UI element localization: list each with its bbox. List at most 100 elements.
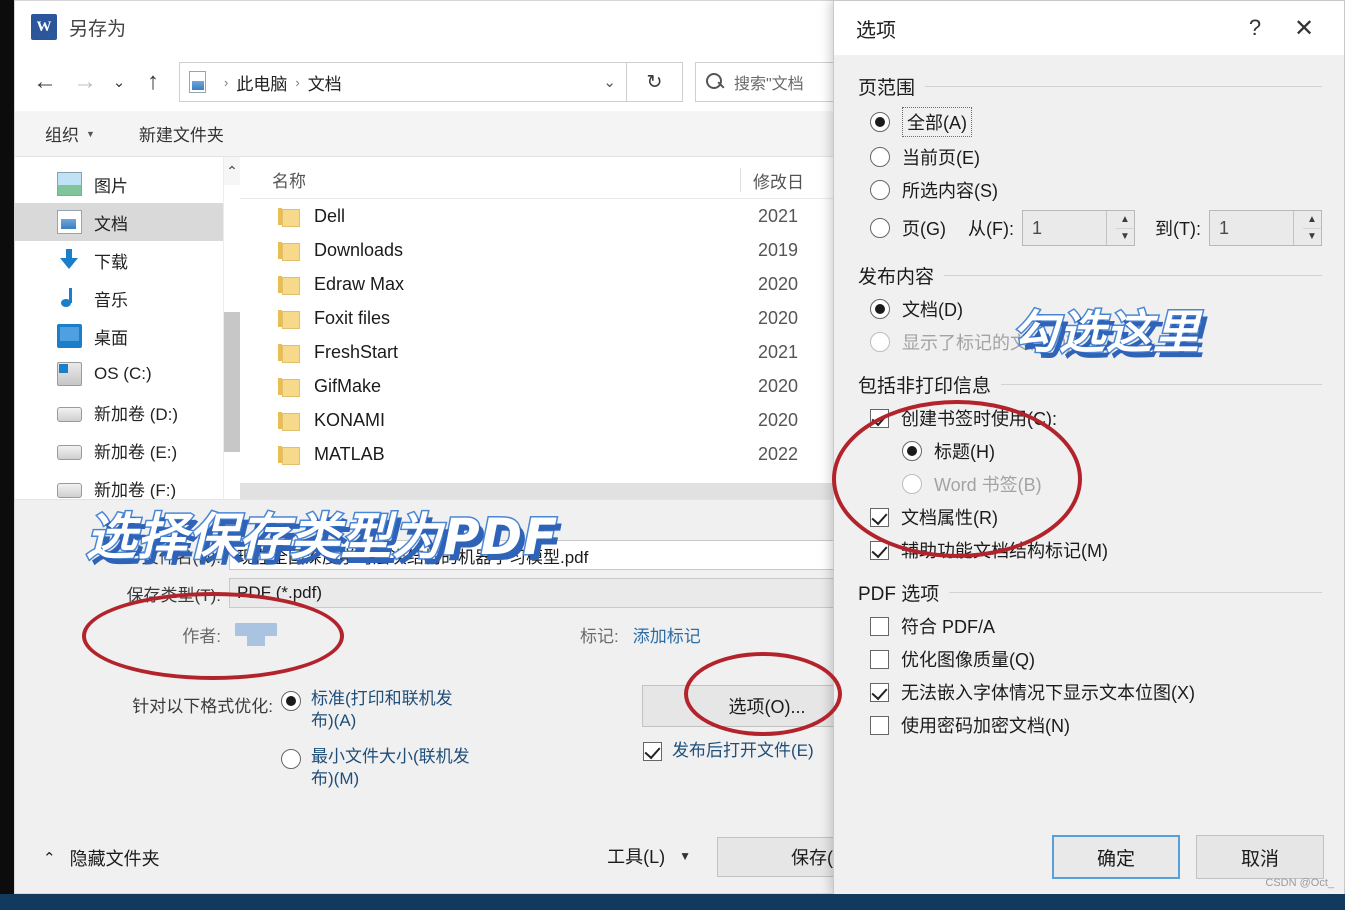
to-label: 到(T): [1154, 219, 1201, 239]
ok-button[interactable]: 确定 [1052, 835, 1180, 879]
annotation-text-check-here: 勾选这里 [1011, 304, 1201, 361]
folder-icon [278, 207, 300, 227]
up-icon[interactable]: ↑ [133, 62, 173, 102]
refresh-icon[interactable]: ↻ [627, 62, 683, 102]
organize-button[interactable]: 组织 ▼ [45, 121, 95, 146]
scrollbar-thumb[interactable] [224, 312, 241, 452]
checkbox-image-quality[interactable] [870, 649, 889, 669]
browser-body: 图片 文档 下载 音乐 桌面 OS (C:) 新加卷 (D:) 新加卷 (E:)… [15, 157, 953, 500]
radio-row-current-page[interactable]: 当前页(E) [870, 144, 1344, 170]
question-mark-icon[interactable]: ? [1232, 15, 1278, 41]
checkbox-encrypt-label: 使用密码加密文档(N) [901, 716, 1070, 736]
chevron-down-icon: ▼ [86, 128, 95, 139]
tree-item-pictures[interactable]: 图片 [15, 165, 240, 203]
tree-item-music[interactable]: 音乐 [15, 279, 240, 317]
group-title: 发布内容 [858, 267, 935, 288]
tree-item-desktop[interactable]: 桌面 [15, 317, 240, 355]
tree-item-os-c[interactable]: OS (C:) [15, 355, 240, 393]
forward-icon[interactable]: → [65, 62, 105, 102]
tree-item-drive-e[interactable]: 新加卷 (E:) [15, 431, 240, 469]
radio-all[interactable] [870, 112, 890, 132]
radio-selection-label: 所选内容(S) [902, 181, 998, 201]
to-spinner[interactable]: 1 ▲ ▼ [1208, 210, 1322, 246]
group-divider [949, 592, 1322, 593]
tree-item-label: 下载 [94, 252, 128, 272]
triangle-up-icon[interactable]: ▲ [1115, 211, 1134, 229]
radio-standard[interactable] [281, 691, 301, 711]
column-header-name[interactable]: 名称 [240, 167, 740, 192]
drive-icon [57, 445, 82, 460]
back-icon[interactable]: ← [25, 62, 65, 102]
from-label: 从(F): [968, 219, 1014, 239]
breadcrumb-item-1[interactable]: 文档 [308, 70, 342, 95]
group-publish-what: 发布内容 [858, 262, 1344, 289]
recent-locations-chevron-down-icon[interactable]: ⌄ [105, 62, 133, 102]
save-as-dialog: W 另存为 ← → ⌄ ↑ › 此电脑 › 文档 ⌄ ↻ 搜索"文档 组织 ▼ … [14, 0, 954, 894]
tree-item-documents[interactable]: 文档 [15, 203, 240, 241]
to-value[interactable]: 1 [1210, 218, 1229, 239]
chevron-up-icon: ⌃ [43, 850, 56, 867]
tree-item-drive-d[interactable]: 新加卷 (D:) [15, 393, 240, 431]
folder-icon [278, 377, 300, 397]
file-name: FreshStart [314, 341, 399, 362]
radio-minimum-size[interactable] [281, 749, 301, 770]
file-name: Dell [314, 205, 346, 226]
navigation-bar: ← → ⌄ ↑ › 此电脑 › 文档 ⌄ ↻ 搜索"文档 [15, 53, 953, 111]
file-name: GifMake [314, 375, 382, 396]
group-title: 包括非打印信息 [858, 376, 992, 397]
file-date: 2020 [758, 409, 799, 430]
file-date: 2022 [758, 443, 799, 464]
from-value[interactable]: 1 [1023, 218, 1042, 239]
checkbox-row-encrypt[interactable]: 使用密码加密文档(N) [870, 712, 1344, 738]
checkbox-bitmap-text[interactable] [870, 682, 889, 702]
checkbox-pdfa[interactable] [870, 616, 889, 636]
open-after-publish-row[interactable]: 发布后打开文件(E) [643, 740, 814, 762]
radio-pages-label: 页(G) [902, 219, 946, 239]
annotation-text-savetype: 选择保存类型为PDF [84, 507, 559, 568]
triangle-up-icon[interactable]: ▲ [1302, 211, 1321, 229]
address-chevron-down-icon[interactable]: ⌄ [603, 73, 620, 91]
tree-scrollbar[interactable]: ⌃ [223, 157, 241, 499]
checkbox-row-pdfa[interactable]: 符合 PDF/A [870, 613, 1344, 639]
column-header-date[interactable]: 修改日 [740, 168, 804, 192]
checkbox-image-quality-label: 优化图像质量(Q) [901, 650, 1035, 670]
cancel-button[interactable]: 取消 [1196, 835, 1324, 879]
triangle-down-icon[interactable]: ▼ [1303, 229, 1321, 246]
new-folder-button[interactable]: 新建文件夹 [139, 121, 224, 146]
close-icon[interactable]: ✕ [1278, 14, 1330, 43]
checkbox-row-bitmap-text[interactable]: 无法嵌入字体情况下显示文本位图(X) [870, 679, 1344, 705]
tree-item-label: OS (C:) [94, 364, 152, 383]
triangle-down-icon[interactable]: ▼ [1116, 229, 1134, 246]
radio-selection[interactable] [870, 180, 890, 200]
from-spinner[interactable]: 1 ▲ ▼ [1021, 210, 1135, 246]
checkbox-row-image-quality[interactable]: 优化图像质量(Q) [870, 646, 1344, 672]
radio-current-page[interactable] [870, 147, 890, 167]
add-tag-link[interactable]: 添加标记 [633, 622, 701, 647]
os-drive-icon [57, 362, 82, 386]
savetype-combobox[interactable]: PDF (*.pdf) [229, 578, 933, 608]
documents-folder-icon [186, 69, 210, 95]
radio-row-all[interactable]: 全部(A) [870, 107, 1344, 137]
chevron-up-icon[interactable]: ⌃ [224, 157, 240, 185]
tree-item-downloads[interactable]: 下载 [15, 241, 240, 279]
radio-row-selection[interactable]: 所选内容(S) [870, 177, 1344, 203]
checkbox-bitmap-text-label: 无法嵌入字体情况下显示文本位图(X) [901, 683, 1195, 703]
checkbox-encrypt[interactable] [870, 715, 889, 735]
tree-item-label: 文档 [94, 214, 128, 234]
breadcrumb-item-0[interactable]: 此电脑 [236, 70, 287, 95]
hide-folders-button[interactable]: ⌃ 隐藏文件夹 [43, 845, 160, 871]
open-after-publish-checkbox[interactable] [643, 741, 662, 761]
radio-row-pages[interactable]: 页(G) 从(F): 1 ▲ ▼ 到(T): 1 ▲ ▼ [870, 210, 1344, 246]
optimize-minsize-label: 最小文件大小(联机发布)(M) [311, 747, 470, 789]
radio-pages[interactable] [870, 218, 890, 238]
folder-icon [278, 411, 300, 431]
command-bar: 组织 ▼ 新建文件夹 [15, 111, 953, 157]
search-input[interactable]: 搜索"文档 [734, 70, 804, 94]
radio-document[interactable] [870, 299, 890, 319]
tools-button[interactable]: 工具(L) ▼ [607, 843, 691, 869]
address-bar[interactable]: › 此电脑 › 文档 ⌄ [179, 62, 627, 102]
group-include-nonprint: 包括非打印信息 [858, 371, 1344, 398]
watermark: CSDN @Oct_ [1265, 877, 1334, 889]
word-icon: W [31, 14, 57, 40]
file-date: 2020 [758, 375, 799, 396]
